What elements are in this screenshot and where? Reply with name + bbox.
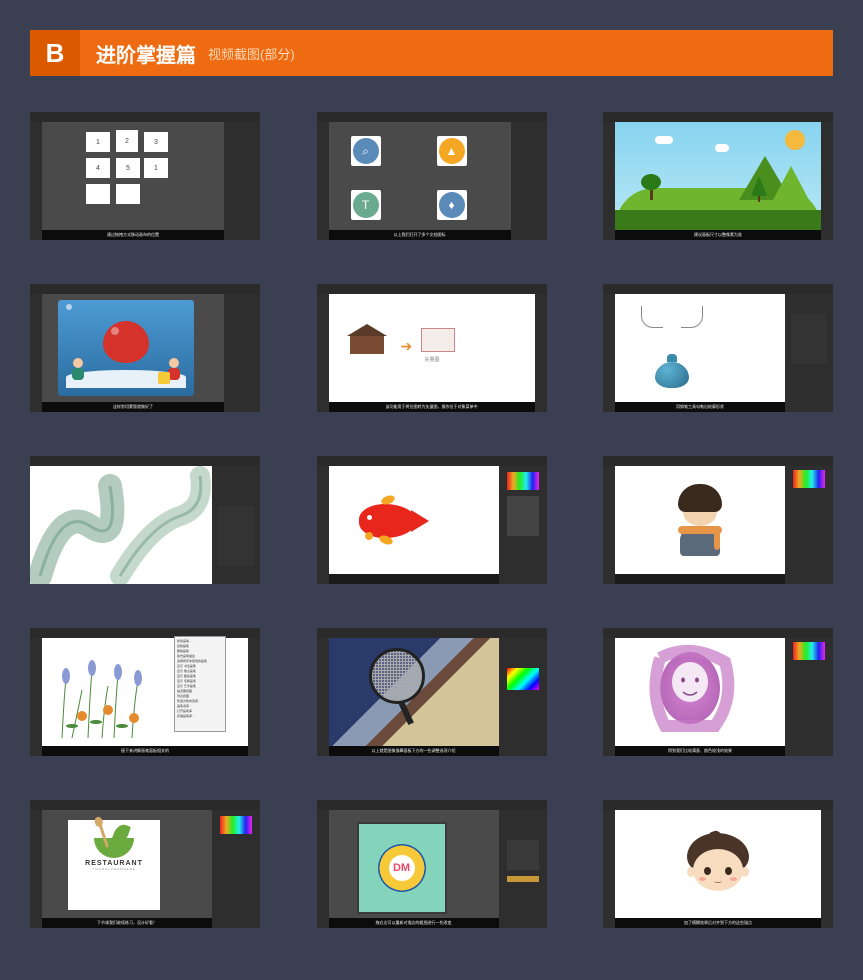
thumbnail-9[interactable]: [603, 456, 833, 584]
racket-icon: [369, 648, 433, 718]
artboard-label: 4: [86, 158, 110, 178]
artboard-label: 3: [144, 132, 168, 152]
logo-subtitle: YOURSLOGANHERE: [68, 867, 160, 871]
thumbnail-caption: 下节课我们继续练习，设计好看！: [42, 918, 212, 928]
thumbnail-grid: 1 2 3 4 5 1 通过拖拽方式移动画布的位置 ⌕ ▲ T ♦ 以上我们打开…: [0, 76, 863, 964]
bowl-icon: [94, 838, 134, 858]
brush-art: [30, 466, 212, 584]
thumbnail-caption: 以上就是图像描摹面板下方的一些调整选项介绍: [329, 746, 499, 756]
context-menu[interactable]: 新建画笔...复制画笔删除画笔 移去画笔描边选择所有未使用的画笔显示 书法画笔 …: [174, 636, 226, 732]
thumbnail-caption: 得到我们比较满意、颜色较浅的效果: [615, 746, 785, 756]
thumbnail-caption: 建议画板尺寸以整像素为准: [615, 230, 821, 240]
chibi-avatar: [687, 833, 749, 891]
artboard-label: 1: [86, 132, 110, 152]
thumbnail-caption: 该功能用于将位图转为矢量图，操作位于对象菜单中: [329, 402, 535, 412]
thumbnail-caption: 这样剪切蒙版就做好了: [42, 402, 224, 412]
thumbnail-7[interactable]: [30, 456, 260, 584]
thumbnail-caption: 以上我们打开了多个文档图标: [329, 230, 511, 240]
pot-icon: [655, 354, 689, 386]
thumbnail-2[interactable]: ⌕ ▲ T ♦ 以上我们打开了多个文档图标: [317, 112, 547, 240]
portrait-art: [615, 638, 785, 746]
thumbnail-12[interactable]: 得到我们比较满意、颜色较浅的效果: [603, 628, 833, 756]
dm-badge-icon: DM: [378, 844, 426, 892]
fish-icon: [359, 504, 415, 538]
thumbnail-caption: 拖右边可以重新对描边的粗细进行一些改变: [329, 918, 499, 928]
thumbnail-1[interactable]: 1 2 3 4 5 1 通过拖拽方式移动画布的位置: [30, 112, 260, 240]
thumbnail-4[interactable]: 这样剪切蒙版就做好了: [30, 284, 260, 412]
thumbnail-8[interactable]: [317, 456, 547, 584]
artboard-label: 1: [144, 158, 168, 178]
thumbnail-15[interactable]: 加了模糊效果后对齐到下方的这些锚点: [603, 800, 833, 928]
header-badge: B: [30, 30, 80, 76]
header-subtitle: 视频截图(部分): [208, 44, 295, 63]
section-header: B 进阶掌握篇 视频截图(部分): [30, 30, 833, 76]
artboard-label: 5: [116, 158, 140, 178]
header-title: 进阶掌握篇: [96, 39, 196, 68]
thumbnail-5[interactable]: ➔ 矢量图 该功能用于将位图转为矢量图，操作位于对象菜单中: [317, 284, 547, 412]
thumbnail-caption: 通过拖拽方式移动画布的位置: [42, 230, 224, 240]
vector-label: 矢量图: [425, 356, 440, 363]
thumbnail-caption: 用钢笔工具勾勒出轮廓形状: [615, 402, 785, 412]
thumbnail-13[interactable]: RESTAURANT YOURSLOGANHERE 下节课我们继续练习，设计好看…: [30, 800, 260, 928]
sun-icon: [785, 130, 805, 150]
thumbnail-caption: 加了模糊效果后对齐到下方的这些锚点: [615, 918, 821, 928]
house-icon: [347, 324, 387, 354]
thumbnail-11[interactable]: 以上就是图像描摹面板下方的一些调整选项介绍: [317, 628, 547, 756]
thumbnail-3[interactable]: 建议画板尺寸以整像素为准: [603, 112, 833, 240]
boy-avatar: [678, 484, 722, 556]
thumbnail-10[interactable]: 新建画笔...复制画笔删除画笔 移去画笔描边选择所有未使用的画笔显示 书法画笔 …: [30, 628, 260, 756]
thumbnail-caption: 接下来讲解画笔面板相关的: [42, 746, 248, 756]
logo-text: RESTAURANT: [68, 860, 160, 867]
thumbnail-14[interactable]: DM 拖右边可以重新对描边的粗细进行一些改变: [317, 800, 547, 928]
thumbnail-6[interactable]: 用钢笔工具勾勒出轮廓形状: [603, 284, 833, 412]
artboard-label: 2: [116, 130, 138, 152]
arrow-icon: ➔: [401, 338, 413, 355]
